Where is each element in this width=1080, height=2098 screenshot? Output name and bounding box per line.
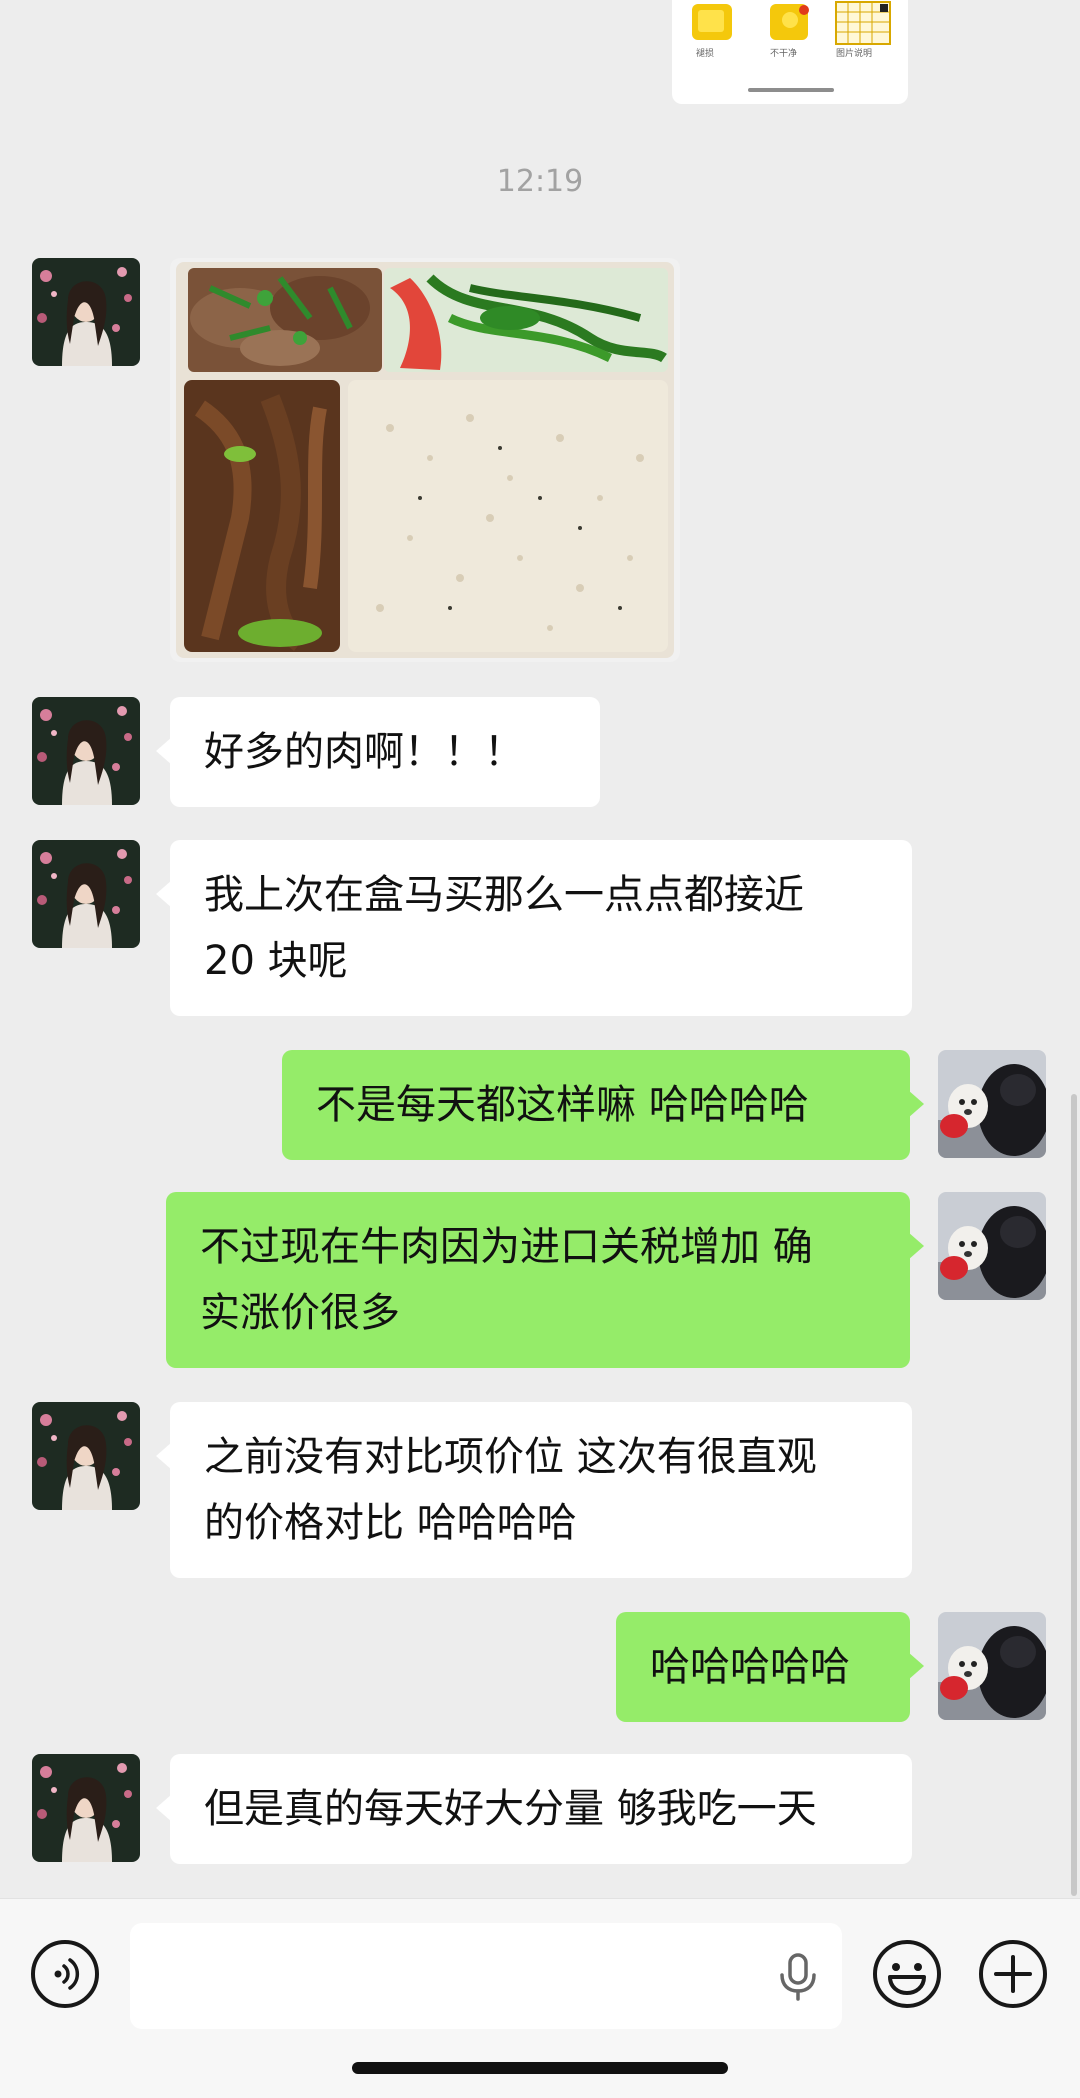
chat-timestamp: 12:19	[496, 164, 584, 199]
message-input[interactable]	[150, 1923, 774, 2031]
message-bubble-sent[interactable]: 哈哈哈哈哈	[616, 1612, 924, 1722]
message-bubble-sent[interactable]: 不过现在牛肉因为进口关税增加 确 实涨价很多	[166, 1192, 924, 1368]
card-caption-3: 图片说明	[836, 49, 873, 59]
card-caption-2: 不干净	[770, 49, 798, 59]
message-input-box[interactable]	[130, 1923, 842, 2031]
message-text-line-2: 的价格对比 哈哈哈哈	[204, 1500, 577, 1546]
message-text: 哈哈哈哈哈	[650, 1644, 850, 1690]
message-bubble-received[interactable]: 但是真的每天好大分量 够我吃一天	[156, 1754, 912, 1864]
shared-card[interactable]: 褪损 不干净 图片说明	[672, 0, 908, 104]
plus-icon[interactable]	[978, 1939, 1048, 2009]
message-bubble-received[interactable]: 之前没有对比项价位 这次有很直观 的价格对比 哈哈哈哈	[156, 1402, 912, 1578]
microphone-icon[interactable]	[770, 1949, 826, 2005]
message-text: 好多的肉啊！！！	[204, 729, 524, 775]
my-avatar[interactable]	[938, 1050, 1046, 1158]
contact-avatar[interactable]	[32, 697, 140, 805]
voice-toggle-icon[interactable]	[30, 1939, 100, 2009]
card-thumbnail-3	[835, 1, 891, 45]
message-text-line-2: 20 块呢	[204, 938, 348, 984]
contact-avatar[interactable]	[32, 258, 140, 366]
card-handle	[748, 88, 834, 92]
contact-avatar[interactable]	[32, 1754, 140, 1862]
contact-avatar[interactable]	[32, 1402, 140, 1510]
message-bubble-received[interactable]: 好多的肉啊！！！	[156, 697, 600, 807]
message-text: 不是每天都这样嘛 哈哈哈哈	[316, 1082, 809, 1128]
card-thumbnail-2	[770, 4, 809, 40]
message-text-line-1: 之前没有对比项价位 这次有很直观	[204, 1434, 817, 1480]
my-avatar[interactable]	[938, 1612, 1046, 1720]
contact-avatar[interactable]	[32, 840, 140, 948]
message-bubble-received[interactable]: 我上次在盒马买那么一点点都接近 20 块呢	[156, 840, 912, 1016]
card-thumbnail-1	[692, 4, 732, 40]
emoji-icon[interactable]	[872, 1939, 942, 2009]
home-indicator[interactable]	[352, 2062, 728, 2074]
message-text-line-1: 我上次在盒马买那么一点点都接近	[204, 872, 804, 918]
message-text-line-2: 实涨价很多	[200, 1290, 400, 1336]
card-caption-1: 褪损	[696, 49, 715, 59]
my-avatar[interactable]	[938, 1192, 1046, 1300]
scrollbar[interactable]	[1071, 1094, 1077, 1896]
message-text-line-1: 不过现在牛肉因为进口关税增加 确	[200, 1224, 813, 1270]
message-text: 但是真的每天好大分量 够我吃一天	[204, 1786, 817, 1832]
food-photo-message[interactable]	[170, 258, 680, 662]
message-bubble-sent[interactable]: 不是每天都这样嘛 哈哈哈哈	[282, 1050, 924, 1160]
